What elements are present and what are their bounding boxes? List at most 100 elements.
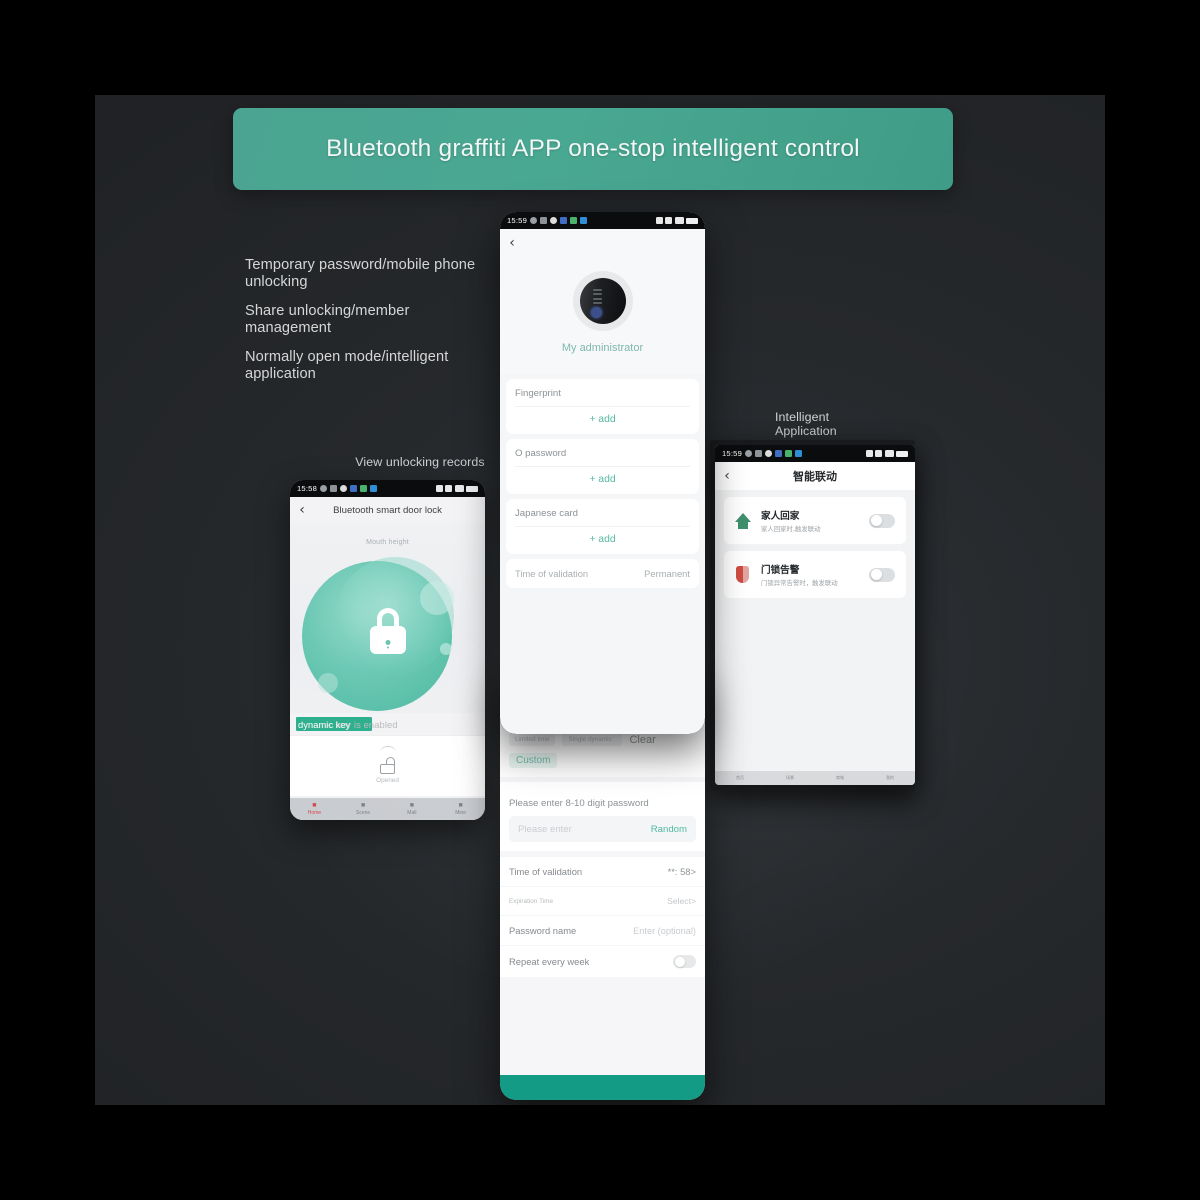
password-input-wrapper[interactable]: Please enter Random [509,816,696,842]
row-repeat-every-week[interactable]: Repeat every week [500,945,705,977]
tab-mine[interactable]: ■ Mine [436,802,485,817]
padlock-icon[interactable] [368,608,408,654]
add-password-button[interactable]: + add [515,466,690,494]
feature-item-3: Normally open mode/intelligent applicati… [245,349,449,382]
status-icon-message [340,485,348,492]
status-icon-settings [320,485,328,492]
row-label: Repeat every week [509,956,590,967]
item-title: 门锁告警 [761,565,800,576]
card-title: O password [515,448,567,459]
banner: Bluetooth graffiti APP one-stop intellig… [233,108,953,190]
status-bar-right: 15:59 [715,445,915,462]
slide-canvas: Bluetooth graffiti APP one-stop intellig… [95,95,1105,1105]
option-custom-selected[interactable]: Custom [509,753,558,768]
bottom-tab-bar-left[interactable]: ■ Home ■ Scene ■ Mall ■ Mine [290,798,485,820]
chevron-up-icon[interactable] [379,746,396,752]
tab-icon-mine: ■ [458,801,463,809]
row-password-name[interactable]: Password name Enter (optional) [500,915,705,945]
item-subtitle: 门锁异常告警时，触发联动 [761,579,838,587]
tab-icon-scene: ■ [361,801,366,809]
list-item[interactable]: 家人回家 家人回家时,触发联动 [724,497,906,544]
list-item[interactable]: 门锁告警 门锁异常告警时，触发联动 [724,551,906,598]
opened-label: Opened [376,777,399,784]
tab-home[interactable]: ■ Home [290,802,339,817]
status-icon-signal [674,217,684,224]
status-icon-message [765,450,773,457]
option-single-dynamic[interactable]: Single dynamic [562,733,623,746]
page-title: Bluetooth smart door lock [333,504,442,516]
banner-title: Bluetooth graffiti APP one-stop intellig… [326,135,860,162]
phone-unlocking-records: 15:58 ‹ Bluetooth smart door lock Mouth … [290,480,485,820]
status-bar-center: 15:59 [500,212,705,229]
confirm-button[interactable] [500,1075,705,1100]
item-subtitle: 家人回家时,触发联动 [761,525,821,533]
tab-mall[interactable]: ■ Mall [388,802,437,817]
status-icon-app-blue [560,217,568,224]
status-icon-app-cyan [580,217,588,224]
status-icon-app-green [570,217,578,224]
screen-door-lock: 15:58 ‹ Bluetooth smart door lock Mouth … [290,480,485,820]
row-value: **: 58> [667,866,696,877]
tab-icon-home: ■ [312,801,317,809]
decor-blob [420,581,454,615]
password-input[interactable]: Please enter [518,824,572,835]
row-label: Password name [509,925,577,936]
status-icon-app-blue [775,450,783,457]
row-expiration-time[interactable]: Expiration Time Select> [500,886,705,915]
caption-intelligent-application: Intelligent Application [775,410,837,438]
status-bar-left: 15:58 [290,480,485,497]
screen-administrator: 15:59 ‹ My administrator Fingerprint + a… [500,212,705,734]
status-icon-photos [330,485,338,492]
tab-scene[interactable]: 场景 [765,775,815,781]
tab-mine[interactable]: 我的 [865,775,915,781]
password-type-options: Limited time Single dynamic Clear [509,733,696,746]
option-limited-time[interactable]: Limited time [509,733,556,746]
phone-administrator: 15:59 ‹ My administrator Fingerprint + a… [500,212,705,734]
card-title: Japanese card [515,508,578,519]
tab-scene[interactable]: ■ Scene [339,802,388,817]
page-title: 智能联动 [793,470,837,483]
row-time-of-validation[interactable]: Time of validation Permanent [506,559,699,588]
status-right-group [435,485,478,492]
status-icon-app-cyan [795,450,803,457]
row-placeholder[interactable]: Enter (optional) [633,926,696,936]
add-fingerprint-button[interactable]: + add [515,406,690,434]
toggle-switch[interactable] [869,513,895,528]
status-right-group [655,217,698,224]
row-time-of-validation[interactable]: Time of validation **: 58> [500,856,705,886]
status-icon-shield [435,485,443,492]
random-button[interactable]: Random [651,824,687,835]
tab-label: Home [307,809,322,816]
tab-label: Scene [356,809,371,816]
phone-intelligent-application: 15:59 ‹ 智能联动 家人回家 家人回家时,触发联动 门锁告警 门锁异常告警… [715,445,915,785]
add-card-button[interactable]: + add [515,526,690,554]
toggle-switch[interactable] [673,955,696,968]
tab-label: Mall [407,809,417,816]
bottom-tab-bar-right[interactable]: 首页 场景 商城 我的 [715,771,915,785]
status-icon-app-green [785,450,793,457]
status-icon-wifi [445,485,452,492]
nav-bar-right: ‹ 智能联动 [715,462,915,490]
password-entry-section: Please enter 8-10 digit password Please … [500,782,705,851]
home-icon [735,512,751,530]
tab-label: Mine [455,809,467,816]
toggle-switch[interactable] [869,567,895,582]
feature-item-2: Share unlocking/member management [245,303,410,336]
opened-panel[interactable]: Opened [290,735,485,796]
tab-icon-mall: ■ [409,801,414,809]
status-icon-photos [755,450,763,457]
feature-item-1: Temporary password/mobile phone unlockin… [245,257,476,290]
battery-icon [686,217,698,224]
status-icon-app-blue [350,485,358,492]
row-label: Time of validation [509,866,583,877]
door-lock-image [579,278,626,324]
clear-button[interactable]: Clear [629,734,655,746]
tab-mall[interactable]: 商城 [815,775,865,781]
screenshot-root: Bluetooth graffiti APP one-stop intellig… [0,0,1200,1200]
administrator-hero: My administrator [500,257,705,374]
back-icon[interactable]: ‹ [500,236,524,250]
status-icon-wifi [665,217,672,224]
status-icon-app-cyan [370,485,378,492]
keypad-icon [592,289,602,309]
tab-home[interactable]: 首页 [715,775,765,781]
